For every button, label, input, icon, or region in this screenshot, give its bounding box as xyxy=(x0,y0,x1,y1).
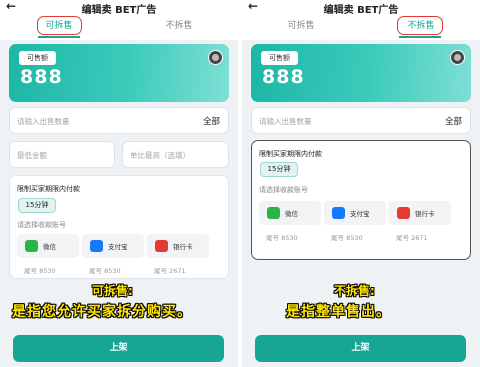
payment-wechat[interactable]: 微信 xyxy=(17,234,79,258)
caption-non-splittable-body: 是指整单售出。 xyxy=(286,304,391,320)
quantity-input[interactable]: 请输入出售数量 全部 xyxy=(251,107,471,134)
bank-card-icon xyxy=(155,240,168,252)
payment-label: 支付宝 xyxy=(108,243,128,251)
all-button[interactable]: 全部 xyxy=(203,115,220,127)
select-account-label: 请选择收款账号 xyxy=(259,186,308,194)
payment-limit-card: 限制买家期限内付款 15分钟 请选择收款账号 微信 支付宝 银行卡 尾号 853… xyxy=(251,140,471,260)
payment-label: 支付宝 xyxy=(350,210,370,218)
payment-alipay[interactable]: 支付宝 xyxy=(82,234,144,258)
payment-label: 银行卡 xyxy=(173,243,193,251)
caption-splittable-title: 可拆售: xyxy=(92,284,133,298)
min-amount-placeholder: 最低金额 xyxy=(17,151,47,160)
bank-card-icon xyxy=(397,207,410,219)
payment-bank-card[interactable]: 银行卡 xyxy=(147,234,209,258)
alipay-icon xyxy=(90,240,103,252)
payment-tail: 尾号 2671 xyxy=(154,267,186,275)
limit-title: 限制买家期限内付款 xyxy=(17,185,80,193)
min-amount-input[interactable]: 最低金额 xyxy=(9,141,115,168)
balance-card: 可售额 888 xyxy=(9,44,229,102)
max-amount-input[interactable]: 单比最高（选填） xyxy=(122,141,229,168)
caption-splittable-body: 是指您允许买家拆分购买。 xyxy=(12,304,192,320)
quantity-placeholder: 请输入出售数量 xyxy=(17,117,70,126)
wechat-icon xyxy=(25,240,38,252)
limit-title: 限制买家期限内付款 xyxy=(259,150,322,158)
select-account-label: 请选择收款账号 xyxy=(17,221,66,229)
top-bar: ← 编辑卖 BET广告 xyxy=(0,0,238,16)
tab-bar: 可拆售 不拆售 xyxy=(0,14,238,40)
payment-label: 银行卡 xyxy=(415,210,435,218)
payment-tail: 尾号 8530 xyxy=(89,267,121,275)
balance-amount: 888 xyxy=(20,66,63,88)
wechat-icon xyxy=(267,207,280,219)
alipay-icon xyxy=(332,207,345,219)
caption-non-splittable-title: 不拆售: xyxy=(334,284,375,298)
active-tab-underline xyxy=(38,36,80,38)
tab-splittable[interactable]: 可拆售 xyxy=(246,18,356,31)
payment-tail: 尾号 8530 xyxy=(24,267,56,275)
avatar xyxy=(208,50,223,65)
payment-alipay[interactable]: 支付宝 xyxy=(324,201,386,225)
balance-card: 可售额 888 xyxy=(251,44,471,102)
payment-tail: 尾号 2671 xyxy=(396,234,428,242)
active-tab-underline xyxy=(399,36,441,38)
balance-amount: 888 xyxy=(262,66,305,88)
avatar xyxy=(450,50,465,65)
payment-bank-card[interactable]: 银行卡 xyxy=(389,201,451,225)
balance-label: 可售额 xyxy=(261,51,298,65)
payment-label: 微信 xyxy=(285,210,298,218)
payment-limit-card: 限制买家期限内付款 15分钟 请选择收款账号 微信 支付宝 银行卡 尾号 853… xyxy=(9,175,229,279)
tab-highlight-box xyxy=(397,16,443,35)
tab-bar: 可拆售 不拆售 xyxy=(242,14,480,40)
time-limit-chip[interactable]: 15分钟 xyxy=(18,198,56,213)
tab-non-splittable[interactable]: 不拆售 xyxy=(124,18,234,31)
list-ad-button[interactable]: 上架 xyxy=(13,335,224,362)
quantity-input[interactable]: 请输入出售数量 全部 xyxy=(9,107,229,134)
all-button[interactable]: 全部 xyxy=(445,115,462,127)
time-limit-chip[interactable]: 15分钟 xyxy=(260,162,298,177)
payment-label: 微信 xyxy=(43,243,56,251)
top-bar: ← 编辑卖 BET广告 xyxy=(242,0,480,16)
tab-highlight-box xyxy=(37,16,82,35)
payment-tail: 尾号 8530 xyxy=(266,234,298,242)
payment-wechat[interactable]: 微信 xyxy=(259,201,321,225)
max-amount-placeholder: 单比最高（选填） xyxy=(130,151,190,160)
payment-tail: 尾号 8530 xyxy=(331,234,363,242)
balance-label: 可售额 xyxy=(19,51,56,65)
quantity-placeholder: 请输入出售数量 xyxy=(259,117,312,126)
list-ad-button[interactable]: 上架 xyxy=(255,335,466,362)
